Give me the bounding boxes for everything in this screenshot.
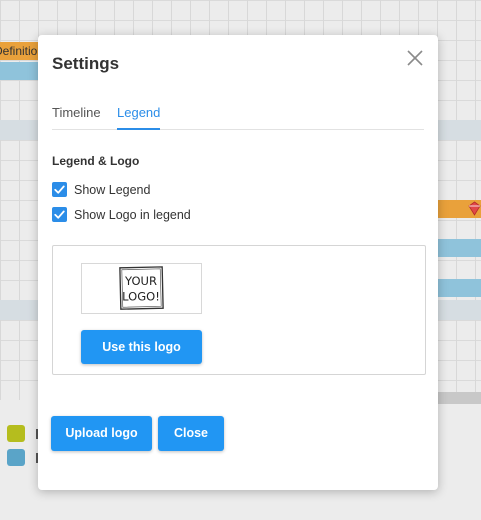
background-task-bar: Definition xyxy=(0,42,40,60)
logo-text-line1: YOUR xyxy=(124,274,157,288)
show-logo-label: Show Logo in legend xyxy=(74,208,191,222)
legend-swatch-olive xyxy=(7,425,25,442)
use-this-logo-button[interactable]: Use this logo xyxy=(81,330,202,364)
legend-swatch-blue xyxy=(7,449,25,466)
logo-preview: YOUR LOGO! xyxy=(81,263,202,314)
background-task-label: Definition xyxy=(0,44,40,58)
logo-text-line2: LOGO! xyxy=(122,290,160,304)
logo-panel: YOUR LOGO! Use this logo xyxy=(52,245,426,375)
show-logo-checkbox[interactable] xyxy=(52,207,67,222)
show-legend-checkbox[interactable] xyxy=(52,182,67,197)
settings-tabs: Timeline Legend xyxy=(52,105,424,130)
tab-timeline[interactable]: Timeline xyxy=(52,105,101,121)
background-task-bar xyxy=(438,239,481,257)
check-icon xyxy=(54,185,65,194)
close-icon[interactable] xyxy=(405,48,425,68)
check-icon xyxy=(54,210,65,219)
section-title: Legend & Logo xyxy=(52,154,140,168)
logo-placeholder-image: YOUR LOGO! xyxy=(119,266,164,310)
background-task-bar xyxy=(0,62,40,80)
upload-logo-button[interactable]: Upload logo xyxy=(51,416,152,451)
diamond-icon xyxy=(468,201,481,216)
close-button[interactable]: Close xyxy=(158,416,224,451)
dialog-title: Settings xyxy=(52,54,120,73)
background-scrollbar[interactable] xyxy=(438,392,481,404)
tab-legend[interactable]: Legend xyxy=(117,105,161,130)
show-legend-label: Show Legend xyxy=(74,183,151,197)
settings-dialog: Settings Timeline Legend Legend & Logo S… xyxy=(38,35,438,490)
background-task-bar xyxy=(438,279,481,297)
